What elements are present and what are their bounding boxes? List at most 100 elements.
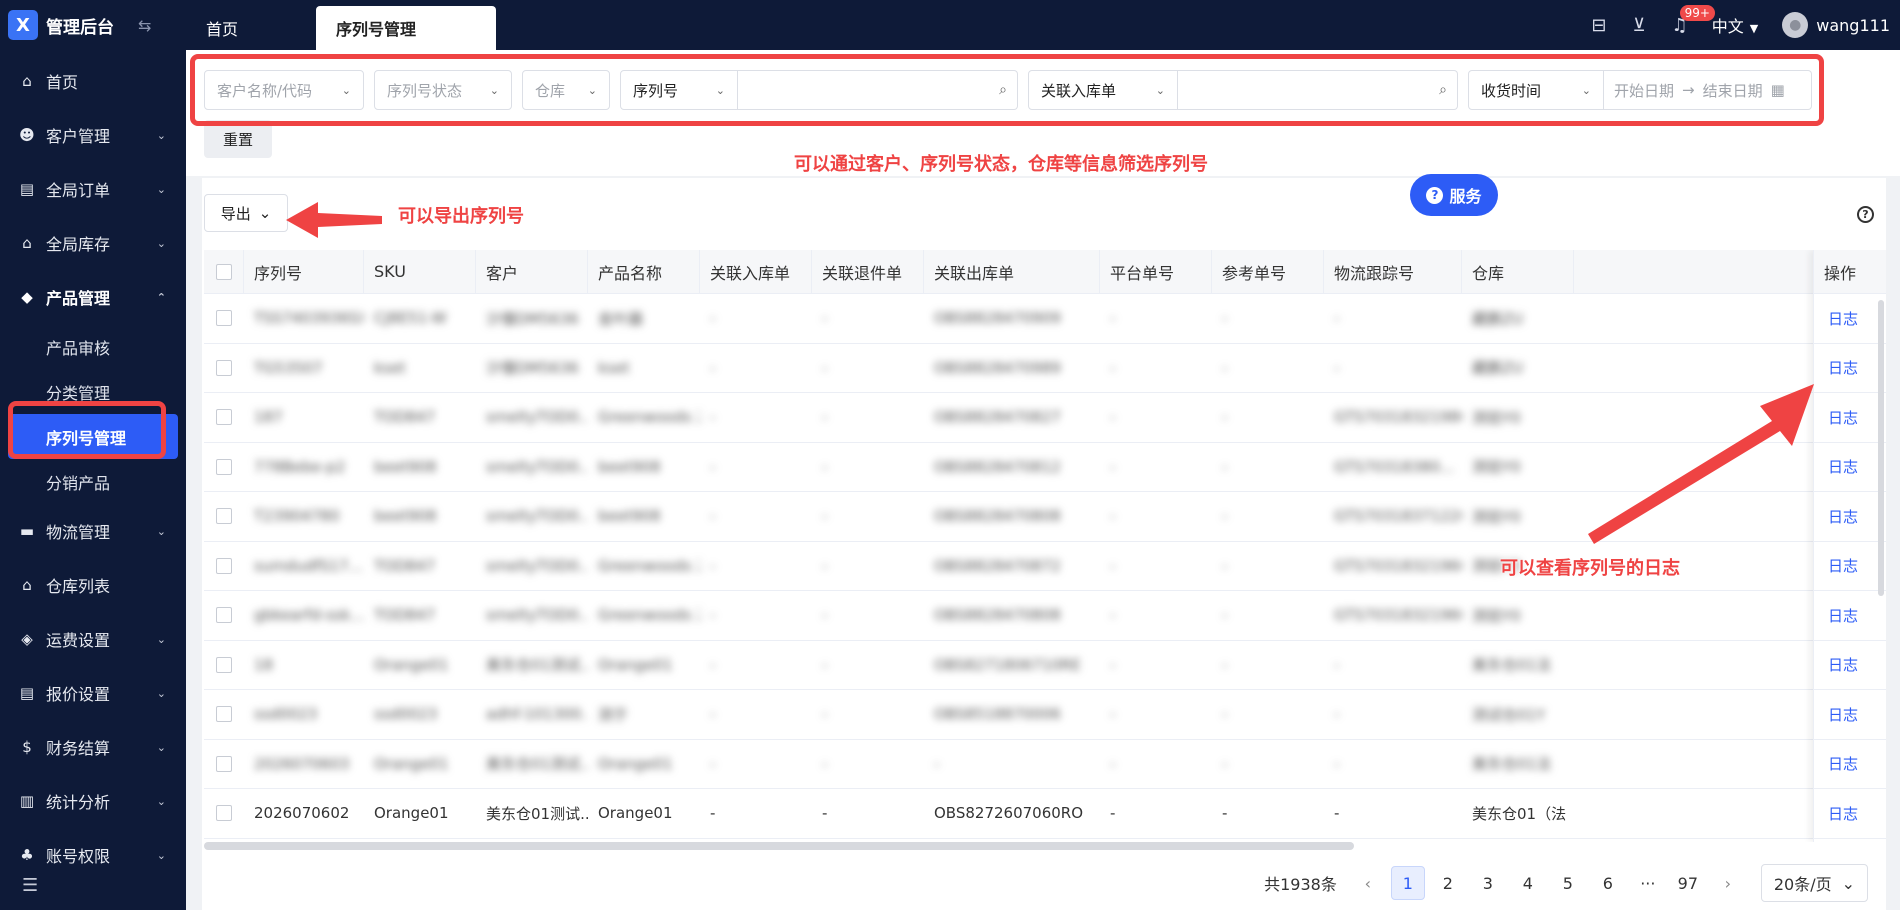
table-cell: Orange01: [374, 655, 449, 674]
table-row[interactable]: 2026070603 Orange01 美东仓01测试... Orange01 - - - -…: [204, 740, 1886, 789]
row-checkbox[interactable]: [216, 706, 232, 723]
sidebar-item-users[interactable]: ☻ 客户管理 ⌄: [0, 108, 186, 162]
prev-page-icon[interactable]: ‹: [1351, 866, 1385, 900]
row-checkbox-cell: [204, 789, 244, 838]
table-cell: -: [1334, 804, 1340, 823]
table-cell: -: [1222, 309, 1228, 328]
log-link[interactable]: 日志: [1814, 740, 1886, 789]
table-row[interactable]: ssd0023 ssd0023 adhf-101300... 测于 - - OBS85188…: [204, 690, 1886, 740]
table-cell: Orange01: [374, 804, 449, 823]
row-checkbox[interactable]: [216, 458, 232, 475]
table-cell: TSS7403936SX: [254, 309, 364, 328]
sidebar-item-warehouse[interactable]: ⌂ 全局库存 ⌄: [0, 216, 186, 270]
table-cell: smeltyTOD0...: [486, 556, 588, 575]
sidebar-item-org[interactable]: ♣ 账号权限 ⌄: [0, 828, 186, 882]
row-checkbox[interactable]: [216, 607, 232, 624]
table-row[interactable]: TSS7403936SX CJ8E51-W 沙慢DM5636 金叶器 - - OBS8828…: [204, 294, 1886, 344]
page-number[interactable]: 2: [1431, 866, 1465, 900]
sidebar-item-shipping-fee[interactable]: ◈ 运费设置 ⌄: [0, 612, 186, 666]
sidebar-item-finance[interactable]: $ 财务结算 ⌄: [0, 720, 186, 774]
vertical-scrollbar[interactable]: [1878, 300, 1884, 596]
sidebar-item-chart[interactable]: ▥ 统计分析 ⌄: [0, 774, 186, 828]
log-link[interactable]: 日志: [1814, 542, 1886, 591]
sidebar-subitem[interactable]: 产品审核: [0, 324, 186, 369]
username[interactable]: wang111: [1816, 16, 1890, 35]
table-cell: -: [1110, 556, 1116, 575]
sidebar-item-warehouse-list[interactable]: ⌂ 仓库列表: [0, 558, 186, 612]
sidebar-item-quote[interactable]: ▤ 报价设置 ⌄: [0, 666, 186, 720]
sidebar-item-clipboard[interactable]: ▤ 全局订单 ⌄: [0, 162, 186, 216]
log-link[interactable]: 日志: [1814, 443, 1886, 492]
row-checkbox[interactable]: [216, 805, 232, 822]
table-cell: 2026070603: [254, 754, 350, 773]
table-cell: 测于: [598, 705, 629, 724]
sidebar-item-box[interactable]: ◆ 产品管理 ⌃: [0, 270, 186, 324]
log-link[interactable]: 日志: [1814, 393, 1886, 443]
table-cell: -: [710, 804, 716, 823]
log-link[interactable]: 日志: [1814, 789, 1886, 839]
export-button[interactable]: 导出 ⌄: [204, 194, 288, 232]
question-icon[interactable]: ?: [1857, 206, 1874, 223]
row-checkbox[interactable]: [216, 557, 232, 574]
tab-home[interactable]: 首页: [186, 6, 258, 50]
table-cell: -: [822, 556, 828, 575]
sidebar-item-label: 全局库存: [46, 235, 111, 254]
caret-down-icon: ▼: [1749, 22, 1759, 35]
column-header: 产品名称: [588, 250, 700, 293]
tab-serial-management[interactable]: 序列号管理: [316, 6, 497, 50]
row-checkbox[interactable]: [216, 359, 232, 376]
collapse-toggle-icon[interactable]: ⇆: [138, 16, 151, 35]
page-size-select[interactable]: 20条/页 ⌄: [1760, 864, 1868, 902]
menu-fold-icon[interactable]: ☰: [22, 875, 38, 896]
table-row[interactable]: 2026070602 Orange01 美东仓01测试... Orange01 - - OB…: [204, 789, 1886, 839]
row-checkbox[interactable]: [216, 508, 232, 525]
page-number[interactable]: 1: [1390, 866, 1425, 900]
next-page-icon[interactable]: ›: [1711, 866, 1745, 900]
log-link[interactable]: 日志: [1814, 344, 1886, 393]
download-icon[interactable]: ⊻: [1632, 15, 1645, 36]
log-link[interactable]: 日志: [1814, 591, 1886, 641]
notification-badge: 99+: [1679, 4, 1715, 21]
row-checkbox[interactable]: [216, 656, 232, 673]
sidebar-item-home[interactable]: ⌂ 首页: [0, 54, 186, 108]
log-link[interactable]: 日志: [1814, 641, 1886, 690]
row-checkbox[interactable]: [216, 409, 232, 426]
filter-annotation: 可以通过客户、序列号状态，仓库等信息筛选序列号: [794, 154, 1208, 175]
sidebar: X 管理后台 ⇆ ⌂ 首页 ☻ 客户管理 ⌄ ▤ 全局订单 ⌄ ⌂ 全局库存 ⌄ ◆ 产品管理 ⌃ 产品审核…: [0, 0, 186, 910]
table-cell: -: [710, 556, 716, 575]
table-row[interactable]: 18 Orange01 美东仓01测试... Orange01 - - OBS8271806…: [204, 641, 1886, 690]
log-link[interactable]: 日志: [1814, 294, 1886, 344]
table-cell: OBS8271806710RE: [934, 655, 1081, 674]
table-cell: Greenwoods 26...: [598, 556, 700, 575]
sidebar-subitem[interactable]: 分销产品: [0, 459, 186, 504]
chevron-icon: ⌄: [156, 236, 166, 250]
table-cell: -: [1222, 358, 1228, 377]
avatar[interactable]: ●: [1782, 12, 1809, 38]
page-number[interactable]: 6: [1591, 866, 1625, 900]
service-button[interactable]: ? 服务: [1410, 174, 1498, 216]
table-cell: -: [710, 606, 716, 625]
chevron-icon: ⌄: [156, 848, 166, 862]
page-number[interactable]: 5: [1551, 866, 1585, 900]
table-row[interactable]: gbkearfd-ssk... TOD847 smeltyTOD0... Greenw…: [204, 591, 1886, 641]
table-cell: kset: [598, 358, 630, 377]
table-cell: -: [1110, 655, 1116, 674]
language-select[interactable]: 中文 ▼: [1712, 13, 1758, 37]
sidebar-item-truck[interactable]: ▬ 物流管理 ⌄: [0, 504, 186, 558]
row-checkbox[interactable]: [216, 755, 232, 772]
select-all-checkbox[interactable]: [216, 263, 232, 280]
table-cell: -: [1222, 556, 1228, 575]
page-ellipsis[interactable]: ···: [1631, 866, 1665, 900]
horizontal-scrollbar[interactable]: [204, 842, 1354, 850]
row-checkbox[interactable]: [216, 310, 232, 327]
table-cell: -: [710, 457, 716, 476]
log-link[interactable]: 日志: [1814, 690, 1886, 740]
bell-icon[interactable]: ♫ 99+: [1672, 4, 1715, 36]
inbox-icon[interactable]: ⊟: [1591, 15, 1606, 36]
total-count: 共1938条: [1264, 875, 1337, 894]
page-number[interactable]: 97: [1671, 866, 1705, 900]
page-number[interactable]: 4: [1511, 866, 1545, 900]
log-link[interactable]: 日志: [1814, 492, 1886, 542]
page-number[interactable]: 3: [1471, 866, 1505, 900]
table-cell: -: [822, 457, 828, 476]
